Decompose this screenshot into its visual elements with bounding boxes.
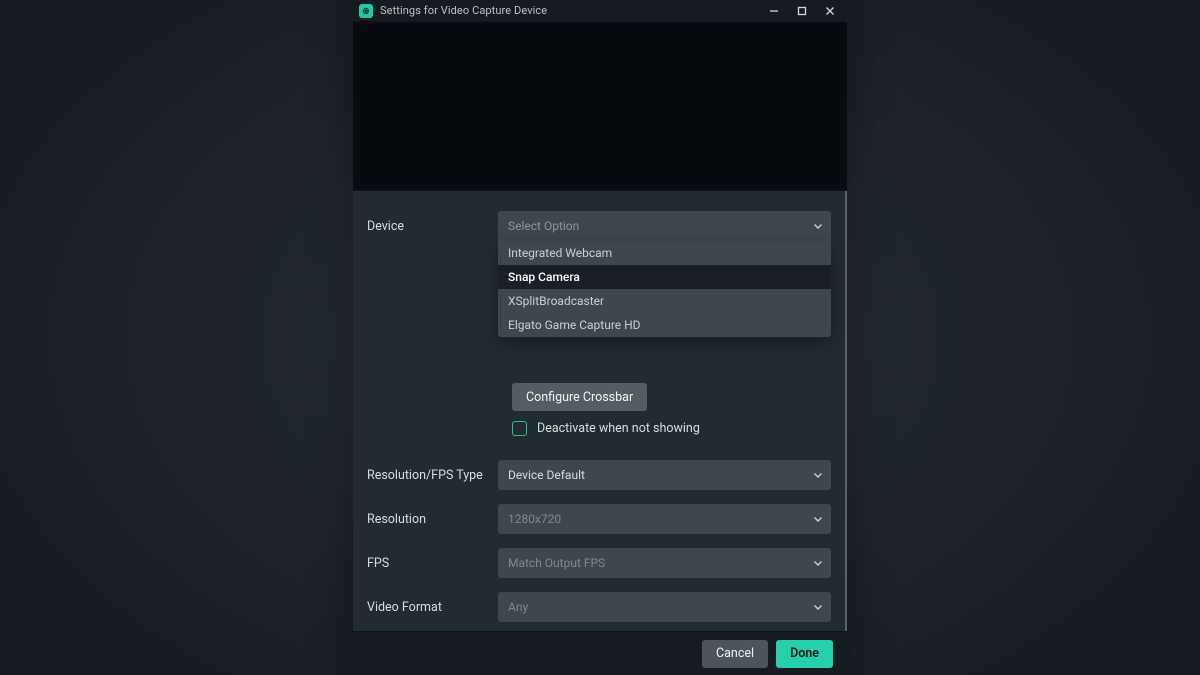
video-format-label: Video Format: [367, 600, 498, 615]
cancel-button[interactable]: Cancel: [702, 640, 768, 668]
resolution-fps-type-value: Device Default: [508, 468, 585, 482]
configure-crossbar-button[interactable]: Configure Crossbar: [512, 383, 647, 411]
resolution-value: 1280x720: [508, 512, 561, 526]
window-controls: [767, 4, 843, 18]
deactivate-label: Deactivate when not showing: [537, 421, 700, 436]
resolution-select[interactable]: 1280x720: [498, 504, 831, 534]
resolution-fps-type-label: Resolution/FPS Type: [367, 468, 498, 483]
device-label: Device: [367, 219, 498, 234]
close-button[interactable]: [823, 4, 837, 18]
fps-label: FPS: [367, 556, 498, 571]
fps-select[interactable]: Match Output FPS: [498, 548, 831, 578]
minimize-button[interactable]: [767, 4, 781, 18]
video-format-value: Any: [508, 600, 528, 614]
device-option-integrated-webcam[interactable]: Integrated Webcam: [498, 241, 831, 265]
chevron-down-icon: [813, 558, 823, 568]
chevron-down-icon: [813, 602, 823, 612]
device-option-xsplitbroadcaster[interactable]: XSplitBroadcaster: [498, 289, 831, 313]
fps-value: Match Output FPS: [508, 556, 605, 570]
chevron-down-icon: [813, 221, 823, 231]
chevron-down-icon: [813, 514, 823, 524]
app-icon: [359, 4, 373, 18]
chevron-down-icon: [813, 470, 823, 480]
titlebar: Settings for Video Capture Device: [353, 0, 847, 22]
device-option-snap-camera[interactable]: Snap Camera: [498, 265, 831, 289]
device-select[interactable]: [498, 211, 831, 241]
video-preview: [353, 22, 847, 191]
done-button[interactable]: Done: [776, 640, 833, 668]
window-title: Settings for Video Capture Device: [380, 4, 547, 17]
settings-dialog: Settings for Video Capture Device Device: [353, 0, 847, 675]
device-option-elgato-game-capture[interactable]: Elgato Game Capture HD: [498, 313, 831, 337]
deactivate-checkbox[interactable]: [512, 421, 527, 436]
resolution-fps-type-select[interactable]: Device Default: [498, 460, 831, 490]
device-dropdown: Integrated Webcam Snap Camera XSplitBroa…: [498, 241, 831, 337]
dialog-footer: Cancel Done: [353, 631, 847, 675]
resolution-label: Resolution: [367, 512, 498, 527]
settings-body: Device Integrated Webcam Snap Camera XSp…: [353, 191, 847, 631]
maximize-button[interactable]: [795, 4, 809, 18]
device-select-input[interactable]: [508, 219, 803, 233]
video-format-select[interactable]: Any: [498, 592, 831, 622]
